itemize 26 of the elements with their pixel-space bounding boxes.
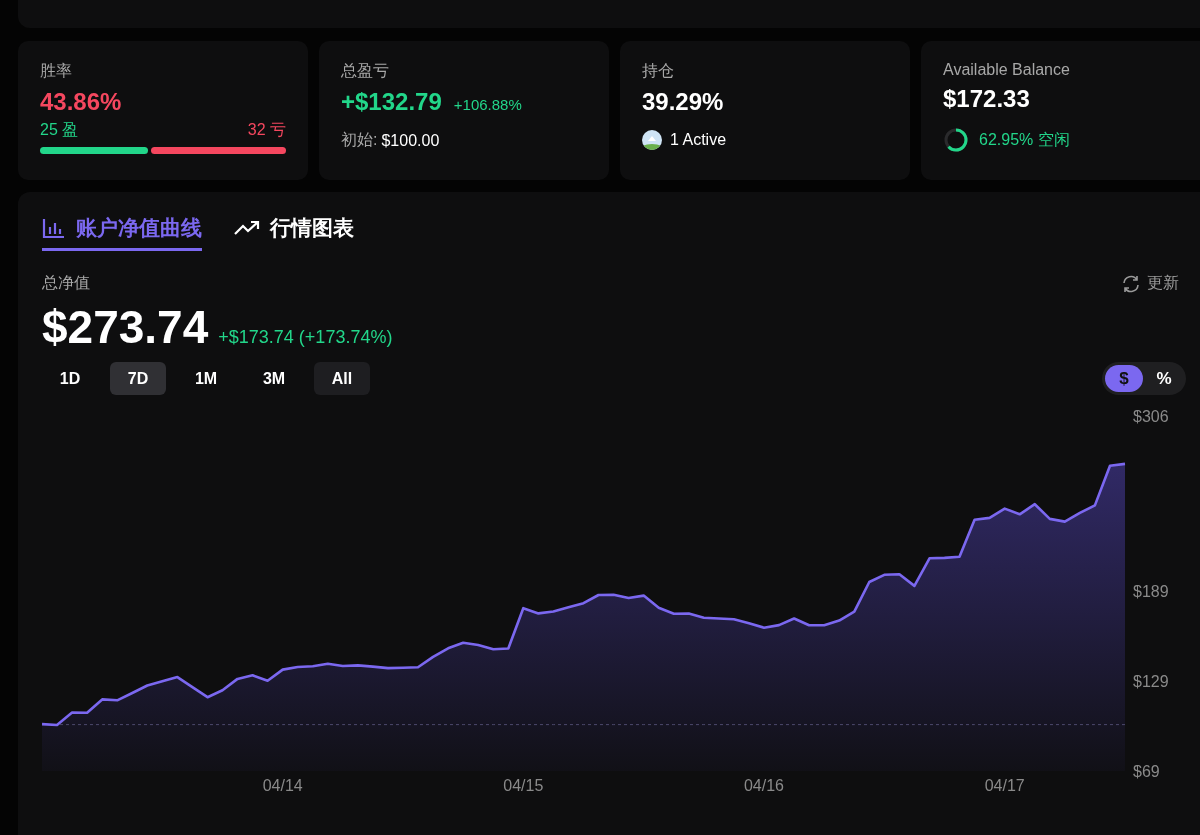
- axis-label: $129: [1133, 673, 1169, 691]
- initial-value: $100.00: [381, 131, 440, 150]
- axis-label: 04/14: [262, 777, 303, 794]
- stat-label: Available Balance: [943, 61, 1070, 79]
- axis-label: 04/17: [984, 777, 1025, 794]
- wins-count: 25 盈: [40, 120, 79, 140]
- stat-value: +$132.79: [341, 88, 442, 116]
- stat-value: $172.33: [943, 85, 1030, 113]
- active-count: 1 Active: [670, 131, 727, 149]
- axis-label: 04/16: [744, 777, 784, 794]
- initial-label: 初始:: [341, 130, 378, 150]
- equity-value: $273.74: [42, 300, 209, 354]
- axis-label: $189: [1133, 583, 1169, 601]
- axis-label: 04/15: [503, 777, 544, 794]
- percent-change: +106.88%: [453, 96, 522, 113]
- stat-label: 胜率: [40, 61, 72, 81]
- losses-count: 32 亏: [247, 120, 286, 140]
- stat-label: 总盈亏: [341, 61, 389, 81]
- stat-value: 43.86%: [40, 88, 122, 116]
- axis-label: $306: [1133, 408, 1169, 425]
- stat-value: 39.29%: [642, 88, 724, 116]
- idle-percent: 62.95% 空闲: [979, 129, 1070, 150]
- equity-label: 总净值: [42, 273, 90, 293]
- equity-change: +$173.74 (+173.74%): [218, 327, 393, 348]
- axis-label: $69: [1133, 763, 1160, 780]
- stat-label: 持仓: [642, 61, 674, 81]
